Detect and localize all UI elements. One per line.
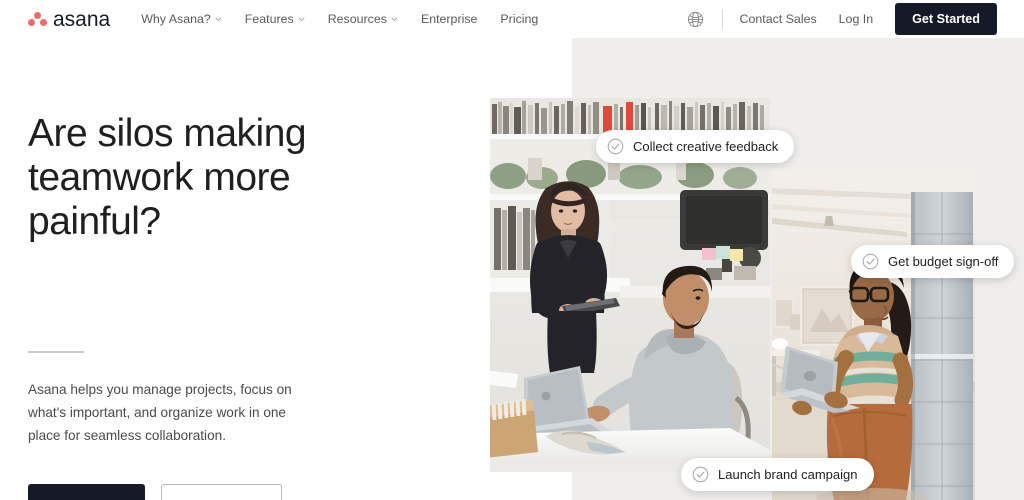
nav-item-label: Pricing <box>500 12 539 26</box>
globe-icon[interactable] <box>687 11 704 28</box>
check-circle-icon <box>607 138 624 155</box>
nav-item-enterprise[interactable]: Enterprise <box>421 12 477 26</box>
hero-photo-woman-laptop <box>772 168 975 500</box>
hero-divider <box>28 351 84 353</box>
header-actions: Contact Sales Log In Get Started <box>687 3 997 35</box>
hero-meet-asana-button[interactable]: Meet Asana <box>160 483 282 500</box>
asana-landing-page: asana Why Asana? Features Resources Ente… <box>0 0 1024 500</box>
pill-label: Get budget sign-off <box>888 254 999 269</box>
asana-logo-dots-icon <box>28 11 48 27</box>
nav-item-pricing[interactable]: Pricing <box>500 12 538 26</box>
chevron-down-icon <box>215 16 222 24</box>
check-circle-icon <box>692 466 709 483</box>
nav-item-label: Features <box>244 12 294 26</box>
hero-cta-row: Get Started Meet Asana <box>28 483 358 500</box>
nav-item-resources[interactable]: Resources <box>328 12 398 26</box>
hero-get-started-button[interactable]: Get Started <box>28 483 145 500</box>
pill-label: Launch brand campaign <box>718 467 858 482</box>
asana-logo-wordmark: asana <box>53 7 111 31</box>
header-get-started-button[interactable]: Get Started <box>895 3 997 35</box>
check-circle-icon <box>862 253 879 270</box>
nav-item-why-asana[interactable]: Why Asana? <box>141 12 222 26</box>
chevron-down-icon <box>298 16 305 24</box>
site-header: asana Why Asana? Features Resources Ente… <box>0 0 1024 38</box>
chevron-down-icon <box>391 16 398 24</box>
primary-nav: Why Asana? Features Resources Enterprise <box>141 12 561 26</box>
nav-item-label: Enterprise <box>420 12 478 26</box>
page-title: Are silos making teamwork more painful? <box>28 112 307 244</box>
pill-get-budget-sign-off[interactable]: Get budget sign-off <box>851 245 1015 278</box>
pill-collect-creative-feedback[interactable]: Collect creative feedback <box>596 130 795 163</box>
nav-item-features[interactable]: Features <box>245 12 305 26</box>
hero-copy: Are silos making teamwork more painful? … <box>28 112 358 500</box>
nav-item-label: Resources <box>327 12 387 26</box>
header-divider <box>721 9 723 29</box>
hero-subcopy: Asana helps you manage projects, focus o… <box>28 381 292 444</box>
nav-item-label: Why Asana? <box>141 12 211 26</box>
pill-label: Collect creative feedback <box>633 139 779 154</box>
pill-launch-brand-campaign[interactable]: Launch brand campaign <box>681 458 874 491</box>
contact-sales-link[interactable]: Contact Sales <box>740 12 817 26</box>
log-in-link[interactable]: Log In <box>839 12 873 26</box>
asana-logo[interactable]: asana <box>28 9 110 30</box>
